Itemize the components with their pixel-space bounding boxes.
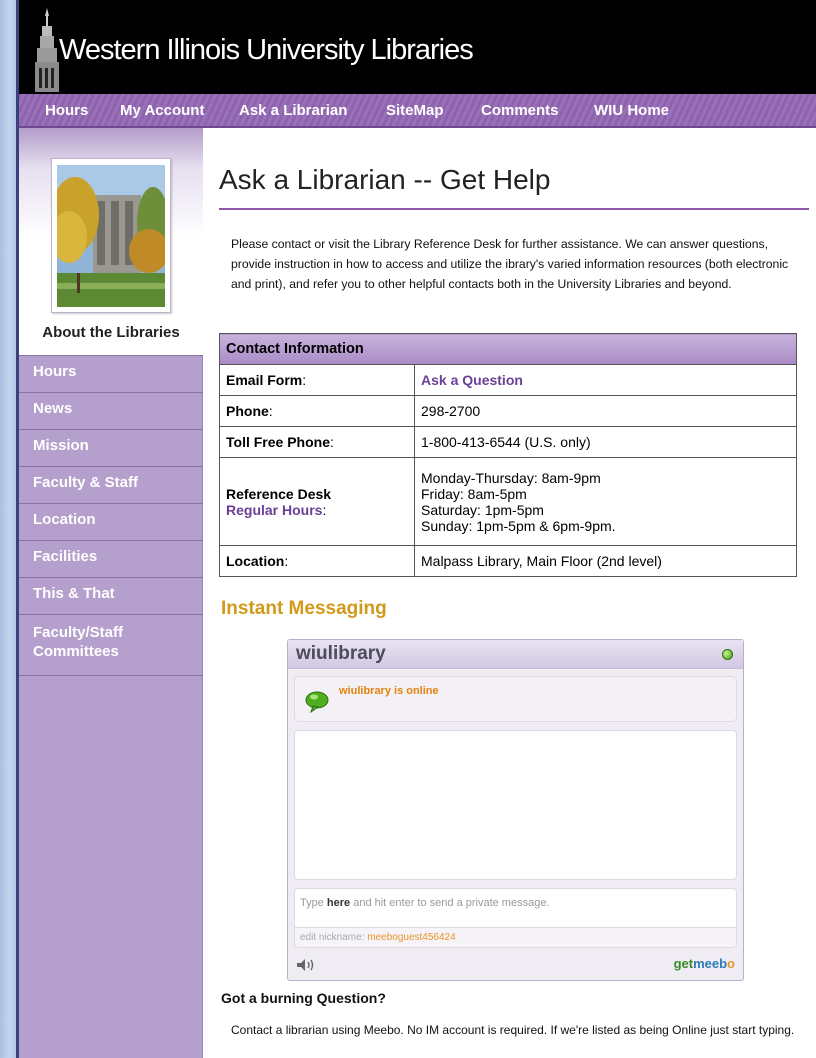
hours-line: Friday: 8am-5pm [421, 485, 527, 502]
sidebar: About the Libraries Hours News Mission F… [19, 128, 203, 1058]
table-row: Location: Malpass Library, Main Floor (2… [219, 545, 797, 577]
message-input[interactable]: Type here and hit enter to send a privat… [294, 888, 737, 928]
about-libraries-heading: About the Libraries [42, 324, 180, 341]
page-title: Ask a Librarian -- Get Help [219, 164, 551, 195]
online-status-text: wiulibrary is online [339, 685, 439, 697]
library-tower-logo-icon [35, 8, 59, 92]
sidebar-item-mission[interactable]: Mission [19, 429, 203, 466]
phone-value: 298-2700 [414, 395, 797, 427]
intro-paragraph: Please contact or visit the Library Refe… [231, 237, 789, 291]
chat-log[interactable] [294, 730, 737, 880]
toll-free-value: 1-800-413-6544 (U.S. only) [414, 426, 797, 458]
online-status-icon [722, 649, 733, 660]
top-nav: Hours My Account Ask a Librarian SiteMap… [19, 94, 816, 128]
nav-comments[interactable]: Comments [481, 102, 559, 119]
burning-question-text: Contact a librarian using Meebo. No IM a… [231, 1023, 795, 1037]
get-meebo-link[interactable]: getmeebo [674, 956, 735, 971]
table-row: Toll Free Phone: 1-800-413-6544 (U.S. on… [219, 426, 797, 458]
sidebar-item-committees-line2: Committees [33, 643, 119, 660]
nav-sitemap[interactable]: SiteMap [386, 102, 444, 119]
nickname-value[interactable]: meeboguest456424 [367, 932, 455, 943]
site-header: Western Illinois University Libraries [19, 0, 816, 94]
meebo-buddy-name: wiulibrary [296, 643, 386, 664]
nav-wiu-home[interactable]: WIU Home [594, 102, 669, 119]
location-label: Location [226, 553, 285, 569]
contact-table: Contact Information Email Form: Ask a Qu… [219, 333, 797, 577]
nav-my-account[interactable]: My Account [120, 102, 204, 119]
sidebar-item-faculty-staff[interactable]: Faculty & Staff [19, 466, 203, 503]
sidebar-item-facilities[interactable]: Facilities [19, 540, 203, 577]
toll-free-label: Toll Free Phone [226, 434, 330, 450]
speaker-icon[interactable] [296, 958, 316, 972]
status-panel: wiulibrary is online [294, 676, 737, 722]
phone-label: Phone [226, 403, 269, 419]
table-row: Reference Desk Regular Hours: Monday-Thu… [219, 457, 797, 546]
meebo-titlebar: wiulibrary [288, 640, 743, 669]
library-photo [51, 158, 171, 313]
nickname-row: edit nickname: meeboguest456424 [294, 928, 737, 948]
library-building-image [57, 165, 165, 307]
chat-bubble-icon [305, 691, 329, 713]
hours-line: Saturday: 1pm-5pm [421, 501, 544, 518]
regular-hours-link[interactable]: Regular Hours [226, 502, 322, 518]
email-form-label: Email Form [226, 372, 303, 388]
table-row: Email Form: Ask a Question [219, 364, 797, 396]
nav-hours[interactable]: Hours [45, 102, 88, 119]
hours-cell: Monday-Thursday: 8am-9pm Friday: 8am-5pm… [414, 457, 797, 546]
reference-desk-label: Reference Desk [226, 485, 332, 502]
hours-line: Monday-Thursday: 8am-9pm [421, 469, 601, 486]
burning-question-heading: Got a burning Question? [221, 990, 386, 1006]
table-row: Phone: 298-2700 [219, 395, 797, 427]
sidebar-item-news[interactable]: News [19, 392, 203, 429]
site-title[interactable]: Western Illinois University Libraries [59, 34, 474, 67]
main-content: Ask a Librarian -- Get Help Please conta… [203, 128, 816, 1058]
title-divider [219, 208, 809, 210]
sidebar-item-committees[interactable]: Faculty/Staff Committees [19, 614, 203, 676]
location-value: Malpass Library, Main Floor (2nd level) [414, 545, 797, 577]
sidebar-item-committees-line1: Faculty/Staff [33, 624, 124, 641]
sidebar-item-this-and-that[interactable]: This & That [19, 577, 203, 614]
contact-table-header: Contact Information [219, 333, 797, 365]
sidebar-item-location[interactable]: Location [19, 503, 203, 540]
instant-messaging-heading: Instant Messaging [221, 598, 387, 619]
edit-nickname-label[interactable]: edit nickname: [300, 932, 367, 943]
hours-line: Sunday: 1pm-5pm & 6pm-9pm. [421, 517, 616, 534]
meebo-chat-widget: wiulibrary wiulibrary is online Type her… [287, 639, 744, 981]
sidebar-item-hours[interactable]: Hours [19, 355, 203, 392]
nav-ask-a-librarian[interactable]: Ask a Librarian [239, 102, 347, 119]
ask-a-question-link[interactable]: Ask a Question [421, 372, 523, 388]
page: Western Illinois University Libraries Ho… [16, 0, 816, 1058]
